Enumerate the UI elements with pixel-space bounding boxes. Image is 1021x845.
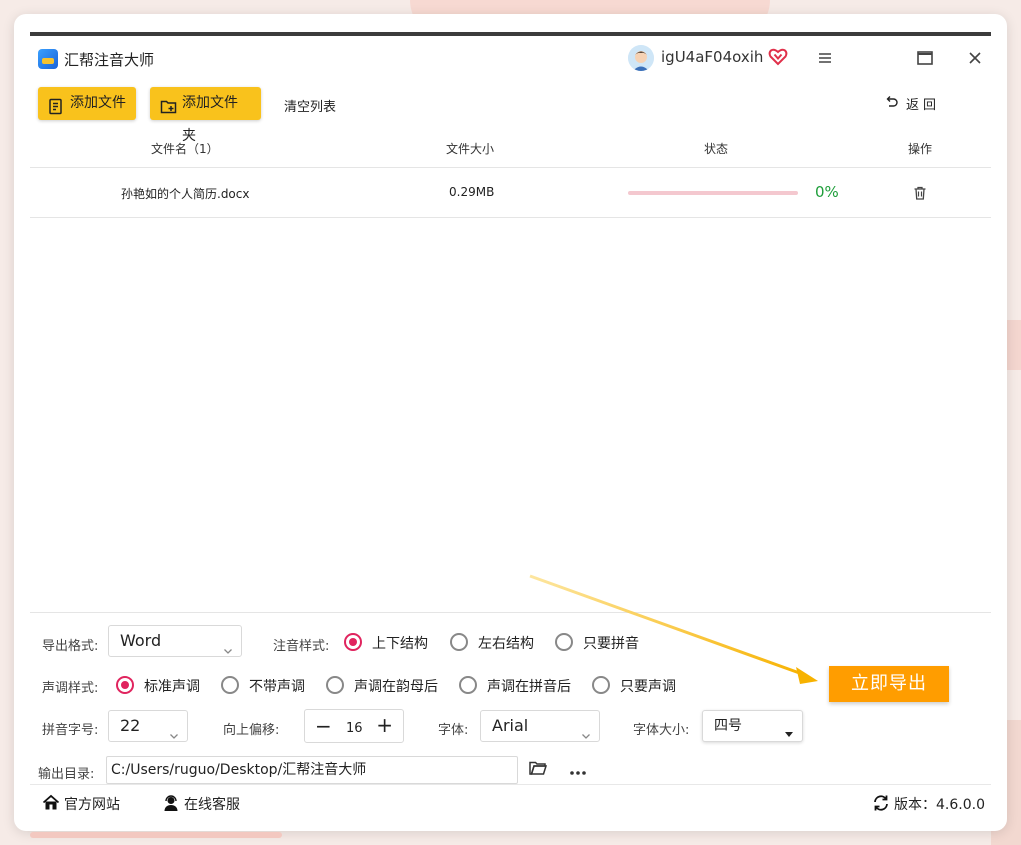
app-window: 汇帮注音大师 igU4aF04oxih 添加文件 添加文件夹 清空列表 返回 文…	[14, 14, 1007, 831]
toolbar: 添加文件 添加文件夹 清空列表 返回	[14, 84, 1007, 144]
official-site-link[interactable]: 官方网站	[42, 794, 120, 814]
radio-tone-standard[interactable]: 标准声调	[116, 676, 200, 696]
export-format-value: Word	[120, 631, 162, 650]
online-service-link[interactable]: 在线客服	[162, 794, 240, 814]
progress-percent: 0%	[815, 183, 839, 201]
trash-icon[interactable]	[912, 185, 928, 201]
table-row[interactable]: 孙艳如的个人简历.docx 0.29MB 0%	[30, 169, 991, 218]
offset-stepper: − 16 +	[304, 709, 404, 743]
radio-selected-icon	[344, 633, 362, 651]
app-logo-icon	[38, 49, 58, 69]
export-format-select[interactable]: Word	[108, 625, 242, 657]
output-dir-input[interactable]: C:/Users/ruguo/Desktop/汇帮注音大师	[106, 756, 518, 784]
radio-label: 标准声调	[144, 679, 200, 695]
export-now-button[interactable]: 立即导出	[829, 666, 949, 702]
customer-service-icon	[162, 794, 180, 812]
font-size-select[interactable]: 四号	[702, 710, 803, 742]
pinyin-size-label: 拼音字号:	[42, 723, 99, 738]
add-file-button[interactable]: 添加文件	[38, 87, 136, 120]
app-title: 汇帮注音大师	[64, 51, 155, 69]
version-info[interactable]: 版本：4.6.0.0	[872, 794, 985, 814]
radio-label: 声调在韵母后	[354, 679, 438, 695]
progress-bar	[628, 191, 798, 195]
clear-list-button[interactable]: 清空列表	[284, 96, 336, 115]
minus-icon[interactable]: −	[315, 714, 332, 738]
radio-label: 只要声调	[620, 679, 676, 695]
version-label: 版本：4.6.0.0	[894, 797, 985, 813]
official-site-label: 官方网站	[64, 797, 120, 813]
chevron-down-icon	[581, 721, 591, 739]
maximize-icon[interactable]	[913, 46, 937, 70]
folder-open-icon[interactable]	[528, 758, 548, 778]
radio-empty-icon	[555, 633, 573, 651]
title-bar: 汇帮注音大师 igU4aF04oxih	[14, 36, 1007, 80]
add-file-label: 添加文件	[70, 95, 126, 111]
file-name: 孙艳如的个人简历.docx	[121, 187, 250, 201]
more-options-icon[interactable]	[568, 765, 588, 775]
font-value: Arial	[492, 716, 529, 735]
footer-bar: 官方网站 在线客服 版本：4.6.0.0	[30, 784, 991, 818]
radio-annotation-pinyin-only[interactable]: 只要拼音	[555, 633, 639, 653]
radio-empty-icon	[326, 676, 344, 694]
chevron-down-icon	[169, 721, 179, 739]
pinyin-size-value: 22	[120, 716, 141, 735]
output-dir-label: 输出目录:	[38, 767, 95, 782]
tone-style-label: 声调样式:	[42, 681, 99, 696]
radio-tone-after-pinyin[interactable]: 声调在拼音后	[459, 676, 571, 696]
folder-add-icon	[160, 95, 177, 114]
file-size: 0.29MB	[449, 185, 495, 199]
offset-label: 向上偏移:	[223, 723, 280, 738]
online-service-label: 在线客服	[184, 797, 240, 813]
radio-empty-icon	[221, 676, 239, 694]
radio-empty-icon	[592, 676, 610, 694]
font-select[interactable]: Arial	[480, 710, 600, 742]
column-header-status: 状态	[704, 142, 729, 156]
radio-label: 上下结构	[372, 636, 428, 652]
chevron-down-icon	[223, 636, 233, 654]
home-icon	[42, 794, 60, 812]
radio-tone-only[interactable]: 只要声调	[592, 676, 676, 696]
radio-tone-after-final[interactable]: 声调在韵母后	[326, 676, 438, 696]
radio-annotation-top-bottom[interactable]: 上下结构	[344, 633, 428, 653]
user-name[interactable]: igU4aF04oxih	[661, 48, 763, 66]
caret-down-icon	[784, 720, 794, 737]
undo-icon	[884, 95, 899, 110]
font-size-label: 字体大小:	[633, 723, 690, 738]
back-label: 返回	[906, 98, 941, 113]
radio-label: 不带声调	[249, 679, 305, 695]
font-label: 字体:	[438, 723, 469, 738]
column-header-filesize: 文件大小	[446, 142, 495, 156]
annotation-style-label: 注音样式:	[273, 639, 330, 654]
column-header-filename: 文件名（1）	[151, 142, 219, 156]
radio-annotation-left-right[interactable]: 左右结构	[450, 633, 534, 653]
close-icon[interactable]	[963, 46, 987, 70]
back-button[interactable]: 返回	[884, 94, 940, 113]
vip-heart-icon[interactable]	[768, 47, 788, 67]
pinyin-size-select[interactable]: 22	[108, 710, 188, 742]
plus-icon[interactable]: +	[376, 713, 393, 737]
file-add-icon	[48, 95, 65, 115]
add-folder-button[interactable]: 添加文件夹	[150, 87, 261, 144]
avatar[interactable]	[628, 45, 654, 71]
radio-label: 只要拼音	[583, 636, 639, 652]
radio-selected-icon	[116, 676, 134, 694]
export-format-label: 导出格式:	[42, 639, 99, 654]
file-table-header: 文件名（1） 文件大小 状态 操作	[30, 134, 991, 168]
radio-label: 声调在拼音后	[487, 679, 571, 695]
radio-empty-icon	[450, 633, 468, 651]
menu-icon[interactable]	[813, 46, 837, 70]
offset-value[interactable]: 16	[346, 721, 363, 736]
radio-tone-none[interactable]: 不带声调	[221, 676, 305, 696]
column-header-actions: 操作	[908, 142, 933, 156]
font-size-value: 四号	[714, 718, 742, 734]
decorative-strip	[30, 832, 282, 838]
refresh-icon	[872, 794, 890, 812]
radio-label: 左右结构	[478, 636, 534, 652]
radio-empty-icon	[459, 676, 477, 694]
